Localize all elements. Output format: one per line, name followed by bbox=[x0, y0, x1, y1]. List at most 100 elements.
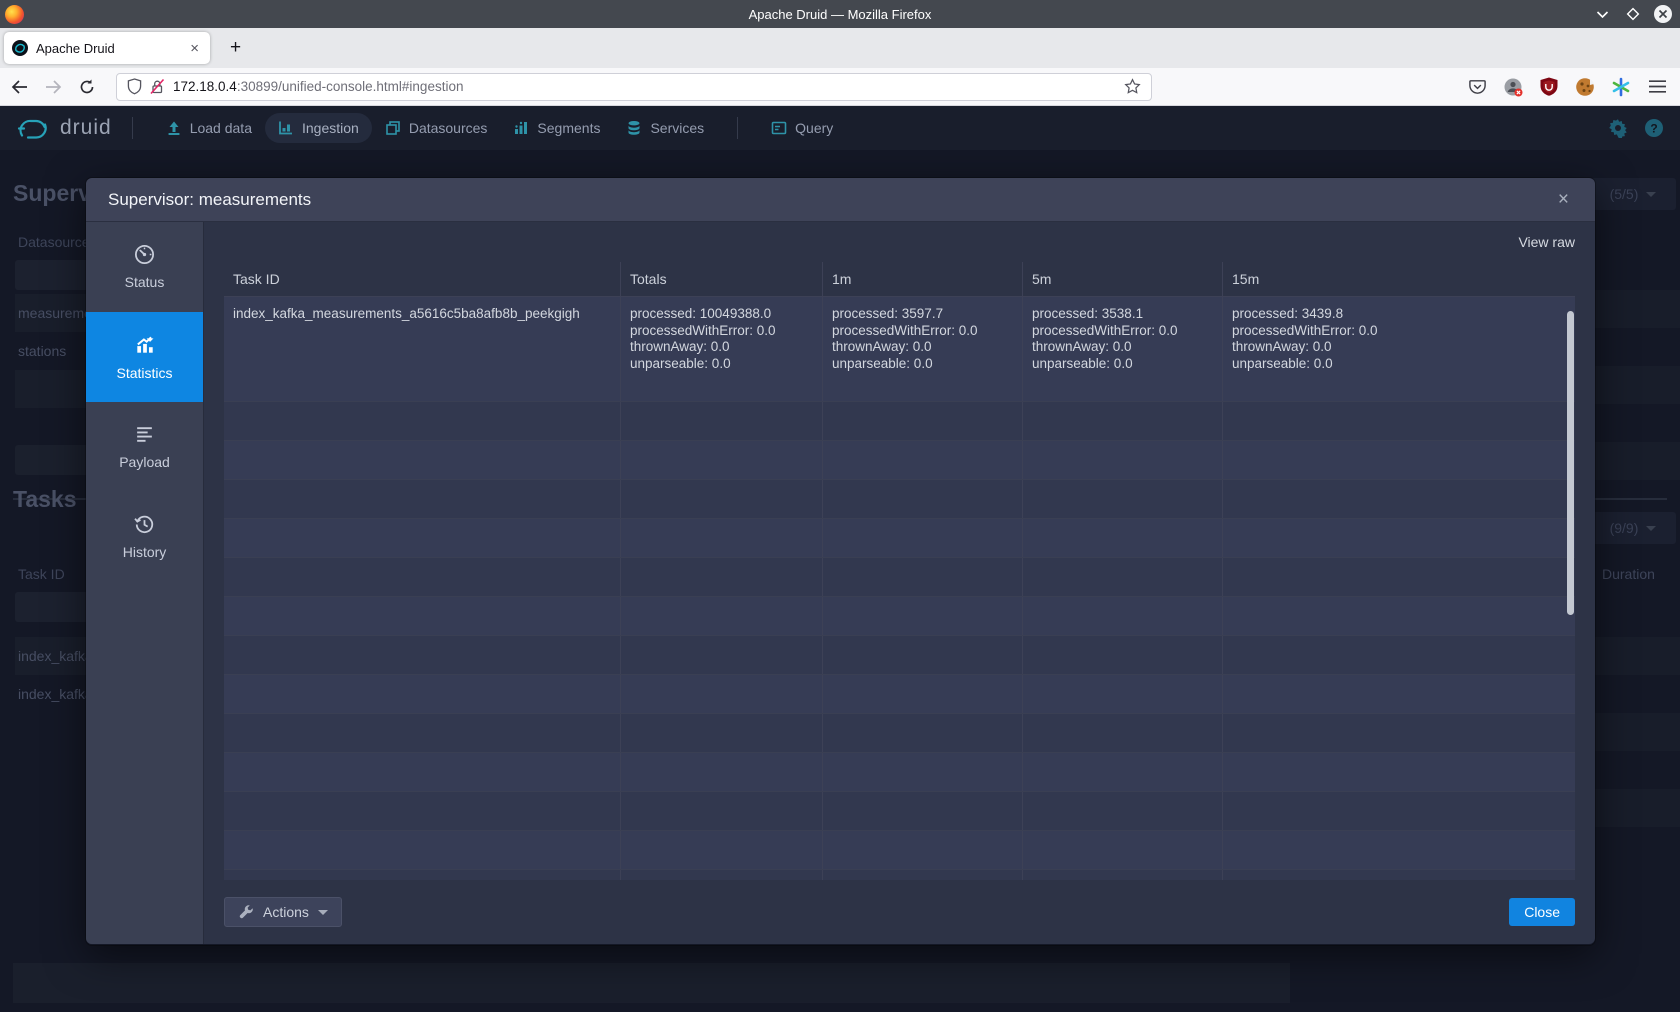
modal-close-icon[interactable]: × bbox=[1552, 187, 1575, 213]
empty-cell bbox=[620, 675, 822, 713]
settings-gear-icon[interactable] bbox=[1608, 118, 1628, 138]
nav-item-datasources[interactable]: Datasources bbox=[372, 113, 501, 143]
menu-hamburger-icon[interactable] bbox=[1646, 76, 1668, 98]
tab-status[interactable]: Status bbox=[86, 222, 203, 312]
empty-cell bbox=[620, 480, 822, 518]
empty-cell bbox=[822, 519, 1022, 557]
empty-cell bbox=[822, 753, 1022, 791]
empty-cell bbox=[224, 753, 620, 791]
modal-title: Supervisor: measurements bbox=[108, 190, 1552, 210]
back-button[interactable] bbox=[4, 73, 34, 101]
empty-cell bbox=[1222, 870, 1575, 880]
svg-text:?: ? bbox=[1650, 121, 1657, 135]
supervisors-count: (5/5) bbox=[1610, 186, 1639, 202]
table-scrollbar-thumb[interactable] bbox=[1567, 311, 1574, 615]
cookie-extension-icon[interactable] bbox=[1574, 76, 1596, 98]
nav-item-query[interactable]: Query bbox=[758, 113, 846, 143]
ingestion-icon bbox=[278, 120, 294, 136]
nav-item-load-data[interactable]: Load data bbox=[153, 113, 265, 143]
actions-button[interactable]: Actions bbox=[224, 897, 342, 927]
empty-cell bbox=[1022, 870, 1222, 880]
empty-cell bbox=[620, 441, 822, 479]
empty-cell bbox=[620, 714, 822, 752]
tab-label: History bbox=[123, 544, 167, 560]
bg-bottom-band bbox=[13, 963, 1290, 1003]
empty-cell bbox=[1222, 831, 1575, 869]
payload-align-left-icon bbox=[134, 424, 155, 445]
window-maximize-icon[interactable] bbox=[1624, 6, 1641, 23]
tab-statistics[interactable]: Statistics bbox=[86, 312, 203, 402]
bookmark-star-icon[interactable] bbox=[1124, 78, 1141, 95]
empty-cell bbox=[1222, 558, 1575, 596]
empty-cell bbox=[224, 597, 620, 635]
nav-item-label: Services bbox=[650, 120, 704, 136]
empty-cell bbox=[822, 558, 1022, 596]
nav-item-label: Load data bbox=[190, 120, 252, 136]
empty-cell bbox=[224, 636, 620, 674]
tab-label: Payload bbox=[119, 454, 170, 470]
empty-cell bbox=[620, 402, 822, 440]
view-raw-link[interactable]: View raw bbox=[1518, 234, 1575, 250]
empty-cell bbox=[1222, 636, 1575, 674]
empty-cell bbox=[822, 792, 1022, 830]
wrench-icon bbox=[238, 904, 254, 920]
window-title: Apache Druid — Mozilla Firefox bbox=[0, 7, 1680, 22]
nav-item-segments[interactable]: Segments bbox=[500, 113, 613, 143]
tasks-count: (9/9) bbox=[1610, 520, 1639, 536]
empty-cell bbox=[1022, 714, 1222, 752]
services-icon bbox=[626, 120, 642, 136]
empty-cell bbox=[620, 792, 822, 830]
nav-item-ingestion[interactable]: Ingestion bbox=[265, 113, 372, 143]
window-close-icon[interactable] bbox=[1654, 5, 1672, 23]
query-icon bbox=[771, 120, 787, 136]
column-header-totals: Totals bbox=[620, 262, 822, 296]
empty-cell bbox=[822, 480, 1022, 518]
table-row-empty bbox=[224, 674, 1575, 713]
help-icon[interactable]: ? bbox=[1644, 118, 1664, 138]
nav-item-label: Datasources bbox=[409, 120, 488, 136]
window-minimize-icon[interactable] bbox=[1594, 6, 1611, 23]
empty-cell bbox=[1022, 558, 1222, 596]
empty-cell bbox=[1222, 402, 1575, 440]
stats-1m-cell: processed: 3597.7 processedWithError: 0.… bbox=[822, 297, 1022, 401]
table-row-empty bbox=[224, 791, 1575, 830]
shield-icon[interactable] bbox=[127, 78, 142, 95]
column-header-task-id: Task ID bbox=[224, 262, 620, 296]
url-bar[interactable]: 172.18.0.4:30899/unified-console.html#in… bbox=[116, 73, 1152, 101]
tab-label: Status bbox=[125, 274, 165, 290]
pocket-icon[interactable] bbox=[1466, 76, 1488, 98]
supervisors-datasource-column: Datasource bbox=[18, 234, 90, 250]
url-text[interactable]: 172.18.0.4:30899/unified-console.html#in… bbox=[173, 79, 1124, 94]
console-page: Supervisors Datasource measurements stat… bbox=[0, 150, 1680, 1012]
new-tab-button[interactable]: + bbox=[224, 37, 247, 59]
extension-asterisk-icon[interactable] bbox=[1610, 76, 1632, 98]
modal-side-menu: Status Statistics Payload bbox=[86, 222, 204, 944]
privacy-extension-icon[interactable] bbox=[1502, 76, 1524, 98]
tab-close-icon[interactable]: × bbox=[187, 40, 202, 57]
tab-apache-druid[interactable]: Apache Druid × bbox=[4, 32, 210, 64]
tab-payload[interactable]: Payload bbox=[86, 402, 203, 492]
empty-cell bbox=[822, 675, 1022, 713]
ublock-origin-icon[interactable] bbox=[1538, 76, 1560, 98]
tab-strip: Apache Druid × + bbox=[0, 28, 1680, 68]
empty-cell bbox=[224, 558, 620, 596]
reload-button[interactable] bbox=[72, 73, 102, 101]
insecure-lock-icon[interactable] bbox=[149, 78, 165, 95]
close-button[interactable]: Close bbox=[1509, 898, 1575, 926]
tab-history[interactable]: History bbox=[86, 492, 203, 582]
table-row-empty bbox=[224, 635, 1575, 674]
browser-toolbar: 172.18.0.4:30899/unified-console.html#in… bbox=[0, 68, 1680, 106]
datasources-icon bbox=[385, 120, 401, 136]
empty-cell bbox=[224, 441, 620, 479]
stats-15m-cell: processed: 3439.8 processedWithError: 0.… bbox=[1222, 297, 1575, 401]
empty-cell bbox=[1022, 831, 1222, 869]
druid-brand[interactable]: druid bbox=[16, 115, 112, 141]
nav-item-services[interactable]: Services bbox=[613, 113, 717, 143]
empty-cell bbox=[1022, 519, 1222, 557]
navbar-divider bbox=[737, 117, 738, 139]
empty-cell bbox=[620, 558, 822, 596]
empty-cell bbox=[620, 519, 822, 557]
table-row-empty bbox=[224, 596, 1575, 635]
forward-button[interactable] bbox=[38, 73, 68, 101]
table-row-empty bbox=[224, 401, 1575, 440]
